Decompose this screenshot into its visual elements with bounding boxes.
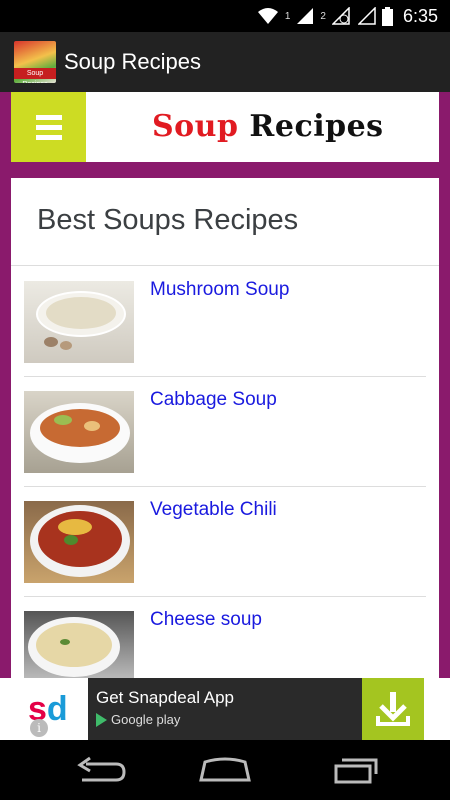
hamburger-icon-bar: [35, 134, 62, 140]
mushroom-soup-image[interactable]: [24, 281, 134, 363]
recent-apps-icon[interactable]: [322, 756, 378, 784]
ad-info-icon[interactable]: i: [30, 719, 48, 737]
recipe-item[interactable]: Mushroom Soup: [24, 267, 426, 377]
logo-word-soup: Soup: [152, 109, 239, 144]
status-bar: 1 2 6:35: [0, 0, 450, 32]
snapdeal-logo-d: d: [46, 690, 68, 728]
app-icon[interactable]: Soup Recipes: [14, 41, 56, 83]
download-icon: [376, 692, 410, 726]
vegetable-chili-image[interactable]: [24, 501, 134, 583]
recipe-name[interactable]: Mushroom Soup: [150, 279, 289, 301]
battery-icon: [381, 6, 393, 26]
google-play-icon: [96, 712, 107, 727]
hamburger-icon-bar: [35, 114, 62, 120]
ad-headline[interactable]: Get Snapdeal App: [96, 688, 234, 708]
wifi-icon: [257, 8, 278, 24]
status-icons: 1 2 6:35: [257, 6, 438, 26]
google-play-badge[interactable]: Google play: [96, 712, 180, 727]
sim2-label: 2: [320, 10, 326, 22]
recipe-name[interactable]: Cabbage Soup: [150, 389, 277, 411]
card-title: Best Soups Recipes: [11, 178, 439, 266]
menu-button[interactable]: [11, 92, 86, 162]
home-icon[interactable]: [197, 756, 253, 784]
action-bar: Soup Recipes Soup Recipes: [0, 32, 450, 92]
cheese-soup-image[interactable]: [24, 611, 134, 680]
signal-icon: [297, 8, 314, 24]
back-icon[interactable]: [72, 756, 128, 784]
sim1-label: 1: [284, 10, 291, 22]
status-time: 6:35: [402, 5, 438, 26]
download-button[interactable]: [362, 678, 424, 740]
google-play-label: Google play: [111, 712, 181, 727]
header-banner: Soup Recipes: [11, 92, 439, 162]
signal-empty-icon: [331, 7, 350, 25]
app-title: Soup Recipes: [64, 49, 201, 74]
recipe-item[interactable]: Vegetable Chili: [24, 487, 426, 597]
recipe-item[interactable]: Cheese soup: [24, 597, 426, 680]
app-icon-label: Soup Recipes: [14, 68, 56, 83]
navigation-bar: [0, 740, 450, 800]
signal-empty-icon: [357, 7, 376, 25]
recipes-card: Best Soups Recipes Mushroom Soup Cabbage…: [11, 178, 439, 680]
recipe-name[interactable]: Cheese soup: [150, 609, 262, 631]
logo-word-recipes: Recipes: [249, 109, 384, 144]
ad-content[interactable]: Get Snapdeal App Google play: [88, 678, 362, 740]
cabbage-soup-image[interactable]: [24, 391, 134, 473]
site-logo: Soup Recipes: [152, 109, 384, 144]
page-content: Soup Recipes Best Soups Recipes Mushroom…: [0, 92, 450, 680]
recipe-name[interactable]: Vegetable Chili: [150, 499, 277, 521]
hamburger-icon-bar: [35, 124, 62, 130]
ad-banner[interactable]: sd i Get Snapdeal App Google play: [0, 678, 450, 740]
recipe-item[interactable]: Cabbage Soup: [24, 377, 426, 487]
